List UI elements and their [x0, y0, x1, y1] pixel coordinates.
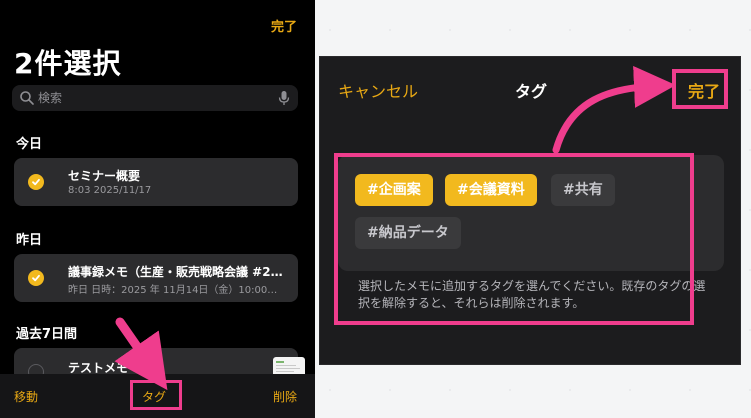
section-header-past-7-days: 過去7日間	[16, 327, 78, 342]
search-icon	[20, 91, 34, 105]
note-title: セミナー概要	[68, 169, 141, 183]
delete-button[interactable]: 削除	[273, 388, 297, 405]
done-button[interactable]: 完了	[271, 16, 297, 35]
section-header-yesterday: 昨日	[16, 233, 43, 248]
move-button[interactable]: 移動	[14, 388, 38, 405]
tag-button-highlight	[130, 380, 182, 410]
microphone-icon[interactable]	[278, 90, 290, 106]
tag-area-highlight	[334, 153, 694, 325]
note-subtitle: 昨日 日時：2025 年 11月14日（金）10:00…	[68, 285, 278, 296]
page-title: 2件選択	[14, 47, 122, 80]
selected-check-icon[interactable]	[28, 174, 44, 190]
note-row[interactable]: セミナー概要 8:03 2025/11/17	[14, 158, 298, 206]
done-button-highlight	[672, 69, 728, 109]
notes-list-screen: 完了 2件選択 今日 セミナー概要 8:03 2025/11/17 昨日 議事録…	[0, 0, 315, 418]
tag-sheet: キャンセル タグ 完了 #企画案 #会議資料 #共有 #納品データ 選択したメモ…	[319, 56, 741, 365]
search-bar[interactable]	[12, 85, 298, 111]
selected-check-icon[interactable]	[28, 270, 44, 286]
note-row[interactable]: 議事録メモ（生産・販売戦略会議 #2… 昨日 日時：2025 年 11月14日（…	[14, 254, 298, 302]
section-header-today: 今日	[16, 137, 43, 152]
search-input[interactable]	[38, 85, 258, 111]
note-title: 議事録メモ（生産・販売戦略会議 #2…	[68, 265, 283, 279]
note-subtitle: 8:03 2025/11/17	[68, 185, 152, 196]
